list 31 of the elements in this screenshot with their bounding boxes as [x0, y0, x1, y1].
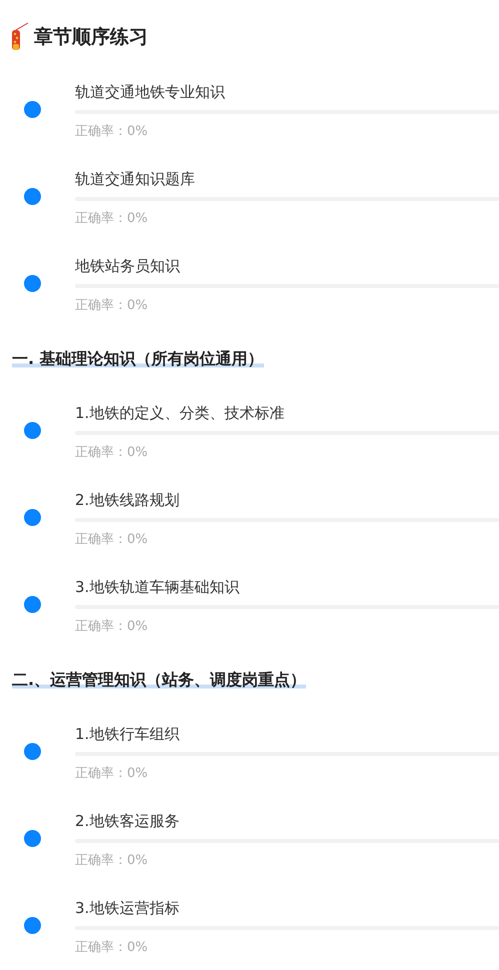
chapter-title[interactable]: 轨道交通地铁专业知识 [75, 82, 499, 102]
chapter-title[interactable]: 2.地铁线路规划 [75, 490, 499, 510]
firecracker-icon [10, 22, 30, 52]
page-title: 章节顺序练习 [34, 25, 148, 50]
section-heading: 一. 基础理论知识（所有岗位通用） [12, 348, 264, 370]
status-dot [24, 742, 41, 760]
status-dot [24, 596, 41, 612]
accuracy-text: 正确率：0% [75, 939, 149, 957]
accuracy-text: 正确率：0% [75, 444, 149, 462]
accuracy-text: 正确率：0% [75, 765, 149, 783]
section-heading: 二.、运营管理知识（站务、调度岗重点） [12, 670, 306, 690]
accuracy-text: 正确率：0% [75, 123, 149, 141]
status-dot [24, 508, 41, 526]
status-dot [24, 422, 41, 438]
status-dot [24, 274, 41, 292]
accuracy-text: 正确率：0% [75, 210, 149, 228]
accuracy-text: 正确率：0% [75, 618, 149, 636]
accuracy-text: 正确率：0% [75, 852, 149, 870]
status-dot [24, 100, 41, 118]
chapter-title[interactable]: 2.地铁客运服务 [75, 811, 499, 831]
chapter-title[interactable]: 3.地铁轨道车辆基础知识 [75, 577, 499, 597]
status-dot [24, 188, 41, 204]
chapter-title[interactable]: 3.地铁运营指标 [75, 898, 499, 918]
chapter-title[interactable]: 1.地铁的定义、分类、技术标准 [75, 403, 499, 423]
chapter-title[interactable]: 1.地铁行车组织 [75, 724, 499, 744]
chapter-title[interactable]: 地铁站务员知识 [75, 256, 499, 276]
accuracy-text: 正确率：0% [75, 297, 149, 315]
chapter-title[interactable]: 轨道交通知识题库 [75, 169, 499, 189]
status-dot [24, 916, 41, 934]
status-dot [24, 830, 41, 846]
accuracy-text: 正确率：0% [75, 531, 149, 549]
